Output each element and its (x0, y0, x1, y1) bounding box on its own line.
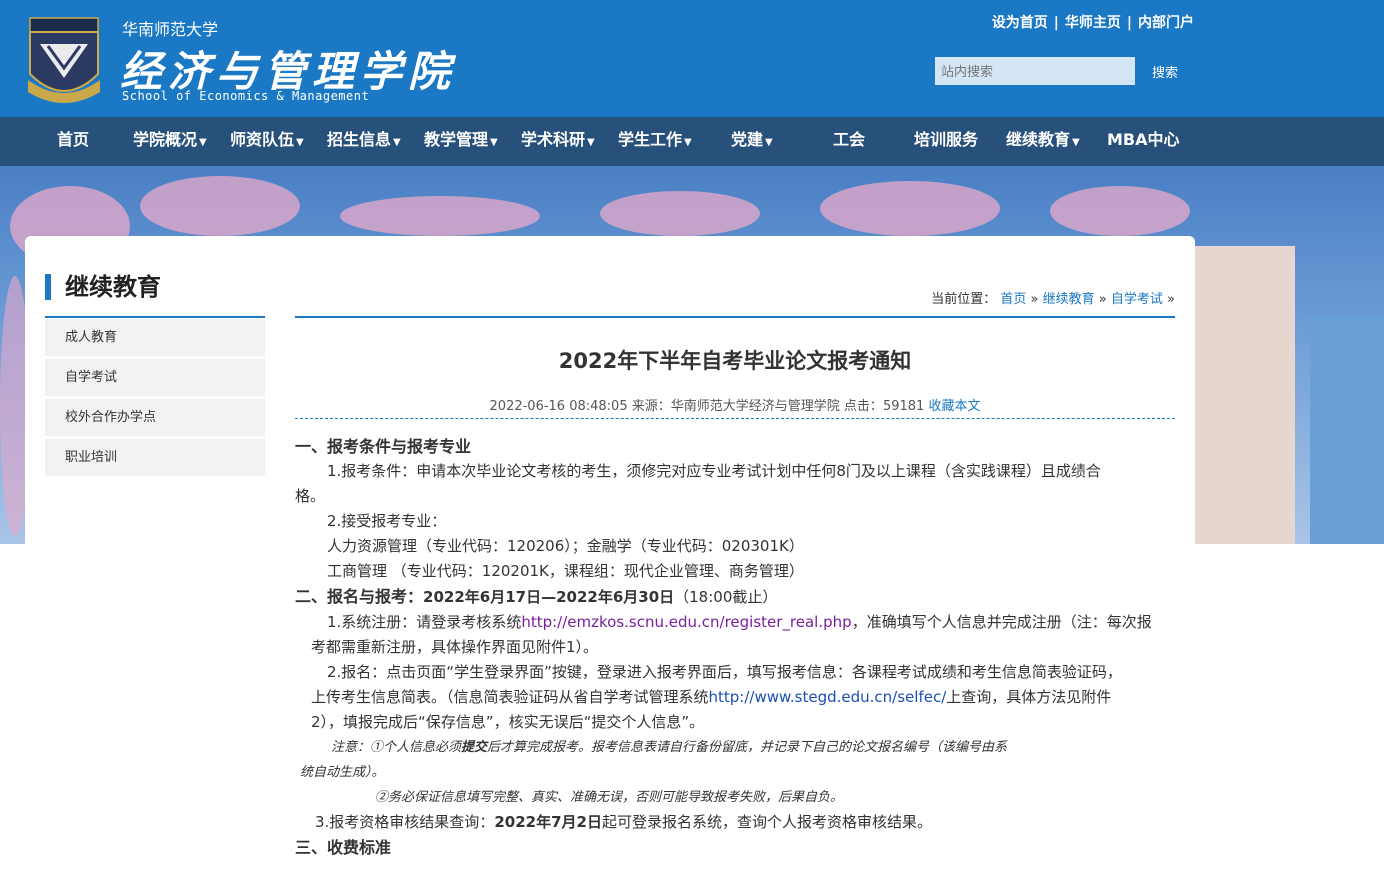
college-emblem-icon[interactable] (26, 16, 102, 106)
registration-system-link[interactable]: http://emzkos.scnu.edu.cn/register_real.… (521, 613, 851, 631)
article-body: 一、报考条件与报考专业 1.报考条件：申请本次毕业论文考核的考生，须修完对应专业… (295, 434, 1175, 860)
search-button[interactable]: 搜索 (1135, 57, 1195, 85)
nav-item-faculty[interactable]: 师资队伍 ▼ (230, 117, 304, 166)
nav-item-home[interactable]: 首页 (57, 117, 89, 166)
nav-item-teaching[interactable]: 教学管理 ▼ (424, 117, 498, 166)
paragraph: 2.报名：点击页面“学生登录界面”按键，登录进入报考界面后，填写报考信息：各课程… (327, 663, 1122, 681)
paragraph: 1.报考条件：申请本次毕业论文考核的考生，须修完对应专业考试计划中任何8门及以上… (327, 462, 1101, 480)
caret-down-icon: ▼ (490, 137, 498, 148)
nav-item-about[interactable]: 学院概况 ▼ (133, 117, 207, 166)
breadcrumb: 当前位置： 首页 » 继续教育 » 自学考试 » (931, 292, 1175, 307)
divider (295, 316, 1175, 318)
caret-down-icon: ▼ (393, 137, 401, 148)
paragraph: 格。 (295, 487, 326, 505)
college-name-en: School of Economics & Management (122, 89, 370, 103)
divider (295, 418, 1175, 419)
separator: | (1053, 15, 1059, 31)
paragraph: 1.系统注册：请登录考核系统http://emzkos.scnu.edu.cn/… (327, 613, 1152, 631)
set-homepage-link[interactable]: 设为首页 (992, 15, 1048, 31)
nav-item-admissions[interactable]: 招生信息 ▼ (327, 117, 401, 166)
paragraph: 考都需重新注册，具体操作界面见附件1）。 (311, 638, 599, 656)
breadcrumb-home[interactable]: 首页 (1000, 292, 1026, 307)
article-meta: 2022-06-16 08:48:05 来源：华南师范大学经济与管理学院 点击：… (489, 399, 981, 414)
paragraph: 工商管理 （专业代码：120201K，课程组：现代企业管理、商务管理） (327, 562, 804, 580)
nav-item-union[interactable]: 工会 (833, 117, 865, 166)
caret-down-icon: ▼ (199, 137, 207, 148)
divider (45, 316, 265, 318)
article-date: 2022-06-16 08:48:05 (489, 399, 628, 414)
section-heading: 一、报考条件与报考专业 (295, 437, 472, 456)
caret-down-icon: ▼ (684, 137, 692, 148)
article-hits: 59181 (882, 399, 925, 414)
sidebar-item-adult-education[interactable]: 成人教育 (45, 319, 265, 356)
scnu-homepage-link[interactable]: 华师主页 (1065, 15, 1121, 31)
section-heading: 三、收费标准 (295, 838, 392, 857)
separator: | (1126, 15, 1132, 31)
breadcrumb-self-study[interactable]: 自学考试 (1111, 292, 1163, 307)
section-title: 继续教育 (45, 274, 161, 300)
top-links: 设为首页 | 华师主页 | 内部门户 (992, 12, 1194, 32)
nav-item-students[interactable]: 学生工作 ▼ (618, 117, 692, 166)
main-nav: 首页 学院概况 ▼ 师资队伍 ▼ 招生信息 ▼ 教学管理 ▼ 学术科研 ▼ 学生工作 ▼ 党… (0, 117, 1384, 166)
note: 统自动生成）。 (300, 765, 385, 780)
paragraph: 人力资源管理（专业代码：120206）；金融学（专业代码：020301K） (327, 537, 804, 555)
note: 注意：①个人信息必须提交后才算完成报考。报考信息表请自行备份留底，并记录下自己的… (331, 740, 1008, 755)
paragraph: 3.报考资格审核结果查询：2022年7月2日起可登录报名系统，查询个人报考资格审… (315, 813, 932, 831)
nav-item-research[interactable]: 学术科研 ▼ (521, 117, 595, 166)
caret-down-icon: ▼ (765, 137, 773, 148)
article-title: 2022年下半年自考毕业论文报考通知 (558, 349, 912, 373)
paragraph: 2），填报完成后“保存信息”，核实无误后“提交个人信息”。 (311, 713, 705, 731)
favorite-link[interactable]: 收藏本文 (928, 399, 980, 414)
caret-down-icon: ▼ (1072, 137, 1080, 148)
caret-down-icon: ▼ (587, 137, 595, 148)
paragraph: 二、报名与报考：2022年6月17日—2022年6月30日（18:00截止） (295, 587, 778, 606)
search-input[interactable] (935, 57, 1135, 85)
article-source: 华南师范大学经济与管理学院 (670, 399, 840, 414)
nav-item-mba[interactable]: MBA中心 (1107, 117, 1180, 166)
nav-item-training[interactable]: 培训服务 (914, 117, 978, 166)
caret-down-icon: ▼ (296, 137, 304, 148)
university-name: 华南师范大学 (122, 20, 219, 39)
paragraph: 上传考生信息简表。（信息简表验证码从省自学考试管理系统http://www.st… (311, 688, 1112, 706)
sidebar-item-self-study-exam[interactable]: 自学考试 (45, 359, 265, 396)
nav-item-continuing-edu[interactable]: 继续教育 ▼ (1006, 117, 1080, 166)
paragraph: 2.接受报考专业： (327, 512, 447, 530)
exam-system-link[interactable]: http://www.stegd.edu.cn/selfec/ (709, 688, 947, 706)
sidebar-item-vocational-training[interactable]: 职业培训 (45, 439, 265, 476)
sidebar-item-offcampus-sites[interactable]: 校外合作办学点 (45, 399, 265, 436)
site-header: 华南师范大学 经济与管理学院 School of Economics & Man… (0, 0, 1384, 117)
nav-item-party[interactable]: 党建 ▼ (731, 117, 773, 166)
note: ②务必保证信息填写完整、真实、准确无误，否则可能导致报考失败，后果自负。 (375, 790, 844, 805)
breadcrumb-continuing-edu[interactable]: 继续教育 (1043, 292, 1095, 307)
internal-portal-link[interactable]: 内部门户 (1138, 15, 1194, 31)
